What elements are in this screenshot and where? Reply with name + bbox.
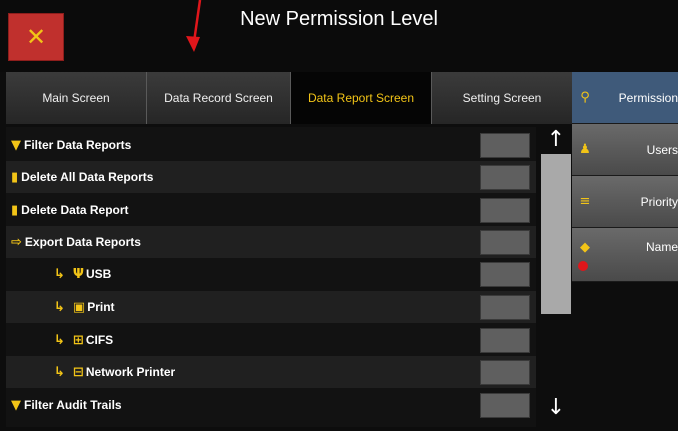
- permission-checkbox[interactable]: [480, 230, 530, 255]
- export-icon: ⇨: [11, 234, 22, 250]
- list-item-label: Filter Audit Trails: [24, 398, 122, 412]
- list-item-label: Delete All Data Reports: [21, 170, 154, 184]
- scroll-down-button[interactable]: ↓: [541, 392, 571, 422]
- permission-checkbox[interactable]: [480, 133, 530, 158]
- network-share-icon: ⊞: [72, 332, 84, 348]
- list-item-label: Filter Data Reports: [24, 138, 132, 152]
- required-indicator: [578, 261, 588, 271]
- list-item: ↳ ▣ Print: [6, 291, 536, 323]
- side-tab-permission[interactable]: ⚲ Permission: [572, 72, 678, 124]
- list-item-label: Delete Data Report: [21, 203, 129, 217]
- side-panel-empty: [572, 282, 678, 431]
- printer-icon: ▣: [72, 299, 86, 315]
- list-item-label: Print: [87, 300, 115, 314]
- filter-icon: ▼: [11, 397, 21, 413]
- network-printer-icon: ⊟: [72, 364, 84, 380]
- permission-checkbox[interactable]: [480, 393, 530, 418]
- sub-item-arrow-icon: ↳: [54, 299, 65, 315]
- list-item: ↳ Ψ USB: [6, 258, 536, 290]
- side-tab-users[interactable]: ♟ Users: [572, 124, 678, 176]
- tab-data-report-screen[interactable]: Data Report Screen: [291, 72, 432, 124]
- trash-icon: ▮: [11, 169, 19, 185]
- permission-checkbox[interactable]: [480, 295, 530, 320]
- side-tab-label: Name: [645, 240, 678, 254]
- permission-checkbox[interactable]: [480, 262, 530, 287]
- list-item: ▼ Filter Data Reports: [6, 129, 536, 161]
- list-item: ▼ Filter Audit Trails: [6, 389, 536, 421]
- sub-item-arrow-icon: ↳: [54, 266, 65, 282]
- tab-main-screen[interactable]: Main Screen: [6, 72, 147, 124]
- scroll-up-button[interactable]: ↑: [541, 124, 571, 154]
- permission-checkbox[interactable]: [480, 360, 530, 385]
- permission-checkbox[interactable]: [480, 198, 530, 223]
- side-tab-label: Priority: [640, 194, 678, 209]
- scrollbar-thumb[interactable]: [541, 154, 571, 314]
- list-item-label: USB: [85, 267, 112, 281]
- list-item: ↳ ⊞ CIFS: [6, 324, 536, 356]
- list-item: ▮ Delete All Data Reports: [6, 161, 536, 193]
- usb-icon: Ψ: [72, 266, 84, 282]
- tab-data-record-screen[interactable]: Data Record Screen: [147, 72, 291, 124]
- sub-item-arrow-icon: ↳: [54, 332, 65, 348]
- side-tab-label: Permission: [618, 90, 678, 105]
- users-icon: ♟: [579, 142, 591, 157]
- list-item: ↳ ⊟ Network Printer: [6, 356, 536, 388]
- tag-icon: ◆: [580, 240, 590, 255]
- list-item: ⇨ Export Data Reports: [6, 226, 536, 258]
- tab-setting-screen[interactable]: Setting Screen: [432, 72, 572, 124]
- side-tab-label: Users: [646, 142, 678, 157]
- permission-checkbox[interactable]: [480, 328, 530, 353]
- list-item-label: Export Data Reports: [24, 235, 141, 249]
- list-item-label: Network Printer: [85, 365, 176, 379]
- tab-bar: Main Screen Data Record Screen Data Repo…: [6, 72, 572, 124]
- trash-icon: ▮: [11, 202, 19, 218]
- sub-item-arrow-icon: ↳: [54, 364, 65, 380]
- priority-icon: ≡: [579, 194, 591, 209]
- list-item: ▮ Delete Data Report: [6, 194, 536, 226]
- permission-list: ▼ Filter Data Reports ▮ Delete All Data …: [6, 127, 536, 427]
- permission-checkbox[interactable]: [480, 165, 530, 190]
- side-tab-priority[interactable]: ≡ Priority: [572, 176, 678, 228]
- user-key-icon: ⚲: [580, 90, 590, 105]
- page-title: New Permission Level: [240, 8, 438, 30]
- side-tab-name[interactable]: ◆ Name: [572, 228, 678, 282]
- filter-icon: ▼: [11, 137, 21, 153]
- list-item-label: CIFS: [85, 333, 114, 347]
